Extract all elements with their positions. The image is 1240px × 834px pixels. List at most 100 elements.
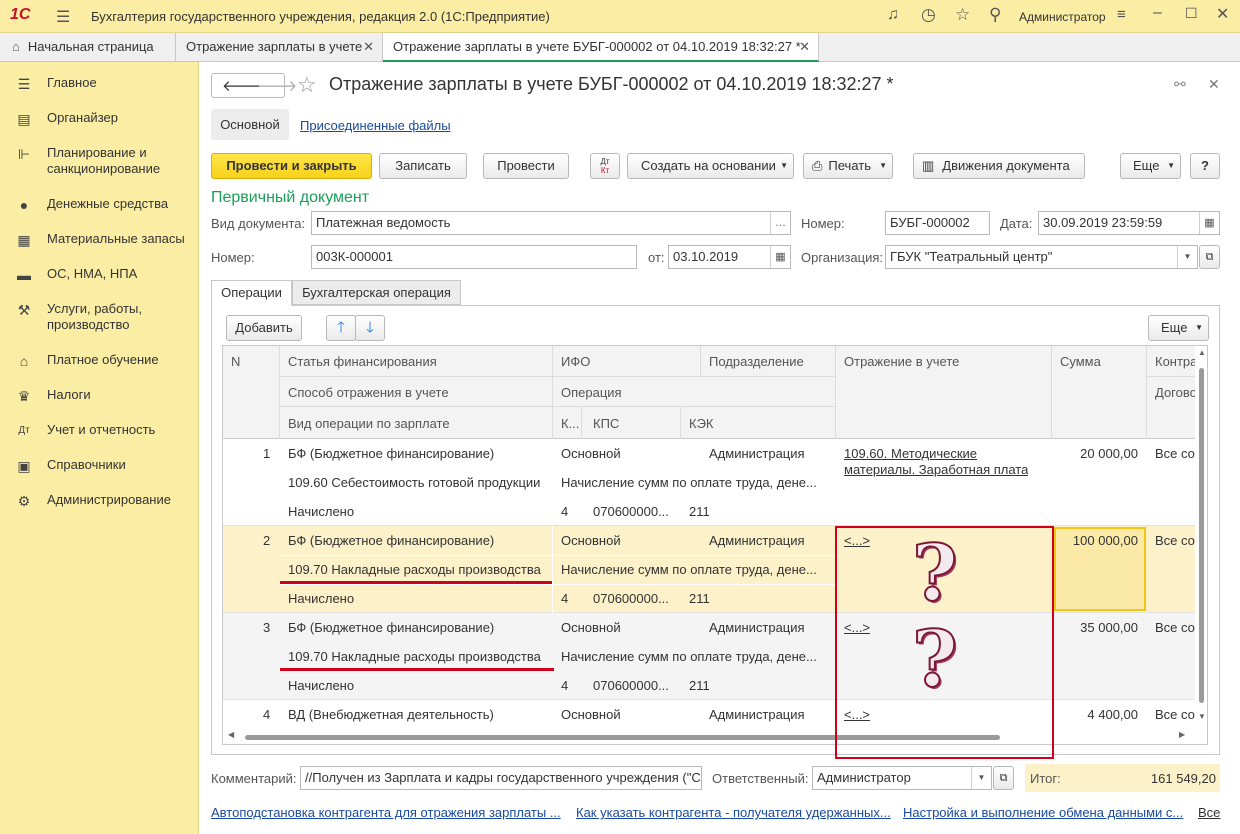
department-cell[interactable]: Администрация xyxy=(709,707,805,722)
move-up-button[interactable]: 🡑 xyxy=(326,315,356,341)
k-cell[interactable]: 4 xyxy=(561,504,568,519)
vertical-scrollbar-thumb[interactable] xyxy=(1199,368,1204,703)
department-cell[interactable]: Администрация xyxy=(709,620,805,635)
header-kps[interactable]: КПС xyxy=(593,416,619,431)
ifo-cell[interactable]: Основной xyxy=(561,620,621,635)
history-icon[interactable]: ◷ xyxy=(921,5,936,25)
kps-cell[interactable]: 070600000... xyxy=(593,504,669,519)
subtab-files[interactable]: Присоединенные файлы xyxy=(300,118,451,133)
close-tab-icon[interactable]: ✕ xyxy=(363,33,374,61)
financing-cell[interactable]: БФ (Бюджетное финансирование) xyxy=(288,620,494,635)
calendar-icon[interactable]: ▦ xyxy=(1199,212,1219,234)
vertical-scrollbar[interactable]: ▲ ▼ xyxy=(1195,346,1207,730)
tab-salary-document[interactable]: Отражение зарплаты в учете БУБГ-000002 о… xyxy=(383,33,819,62)
method-cell[interactable]: 109.60 Себестоимость готовой продукции xyxy=(288,475,540,490)
document-number-field[interactable]: БУБГ-000002 xyxy=(885,211,990,235)
organization-field[interactable]: ГБУК "Театральный центр" ▼ xyxy=(885,245,1198,269)
number-field[interactable]: 003К-000001 xyxy=(311,245,637,269)
tab-home[interactable]: ⌂ Начальная страница xyxy=(0,33,176,62)
user-name[interactable]: Администратор xyxy=(1019,10,1106,24)
scroll-down-icon[interactable]: ▼ xyxy=(1198,712,1206,721)
table-more-button[interactable]: Еще ▼ xyxy=(1148,315,1209,341)
operation-cell[interactable]: Начисление сумм по оплате труда, дене... xyxy=(561,562,831,577)
ifo-cell[interactable]: Основной xyxy=(561,707,621,722)
move-down-button[interactable]: 🡓 xyxy=(355,315,385,341)
dropdown-arrow-icon[interactable]: ▼ xyxy=(1177,246,1197,268)
header-department[interactable]: Подразделение xyxy=(709,354,804,369)
k-cell[interactable]: 4 xyxy=(561,678,568,693)
responsible-field[interactable]: Администратор ▼ xyxy=(812,766,992,790)
minimize-icon[interactable]: – xyxy=(1153,4,1162,22)
financing-cell[interactable]: БФ (Бюджетное финансирование) xyxy=(288,533,494,548)
notifications-icon[interactable]: ♫ xyxy=(887,6,899,24)
sum-cell[interactable]: 100 000,00 xyxy=(1054,533,1138,548)
link-icon[interactable]: ⚯ xyxy=(1174,76,1186,93)
dropdown-arrow-icon[interactable]: ▼ xyxy=(971,767,991,789)
financing-cell[interactable]: ВД (Внебюджетная деятельность) xyxy=(288,707,494,722)
post-and-close-button[interactable]: Провести и закрыть xyxy=(211,153,372,179)
document-movements-button[interactable]: ▥ Движения документа xyxy=(913,153,1085,179)
header-n[interactable]: N xyxy=(231,354,240,369)
kps-cell[interactable]: 070600000... xyxy=(593,678,669,693)
header-operation[interactable]: Операция xyxy=(561,385,622,400)
close-window-icon[interactable]: ✕ xyxy=(1216,4,1229,24)
pay-type-cell[interactable]: Начислено xyxy=(288,678,354,693)
reflection-link-cont[interactable]: материалы. Заработная плата xyxy=(844,462,1028,477)
reflection-link[interactable]: 109.60. Методические xyxy=(844,446,977,461)
method-cell[interactable]: 109.70 Накладные расходы производства xyxy=(288,562,541,577)
forward-arrow-icon[interactable]: 🡒 xyxy=(257,76,297,95)
pay-type-cell[interactable]: Начислено xyxy=(288,504,354,519)
create-based-on-button[interactable]: Создать на основании ▼ xyxy=(627,153,794,179)
from-date-field[interactable]: 03.10.2019 ▦ xyxy=(668,245,791,269)
kps-cell[interactable]: 070600000... xyxy=(593,591,669,606)
header-ifo[interactable]: ИФО xyxy=(561,354,590,369)
settings-menu-icon[interactable]: ≡ xyxy=(1117,6,1126,23)
scroll-up-icon[interactable]: ▲ xyxy=(1198,348,1206,357)
help-button[interactable]: ? xyxy=(1190,153,1220,179)
select-ellipsis-icon[interactable]: … xyxy=(770,212,790,234)
department-cell[interactable]: Администрация xyxy=(709,533,805,548)
financing-cell[interactable]: БФ (Бюджетное финансирование) xyxy=(288,446,494,461)
header-k[interactable]: К... xyxy=(561,416,579,431)
tab-accounting-operation[interactable]: Бухгалтерская операция xyxy=(292,280,461,305)
close-tab-icon[interactable]: ✕ xyxy=(799,33,810,61)
scroll-left-icon[interactable]: ◀ xyxy=(228,730,234,739)
header-sum[interactable]: Сумма xyxy=(1060,354,1101,369)
main-menu-icon[interactable]: ☰ xyxy=(56,7,70,27)
help-link-autosubstitution[interactable]: Автоподстановка контрагента для отражени… xyxy=(211,805,561,820)
sum-cell[interactable]: 35 000,00 xyxy=(1054,620,1138,635)
header-kek[interactable]: КЭК xyxy=(689,416,714,431)
save-button[interactable]: Записать xyxy=(379,153,467,179)
ifo-cell[interactable]: Основной xyxy=(561,533,621,548)
add-row-button[interactable]: Добавить xyxy=(226,315,302,341)
k-cell[interactable]: 4 xyxy=(561,591,568,606)
scroll-right-icon[interactable]: ▶ xyxy=(1179,730,1185,739)
open-responsible-button[interactable]: ⧉ xyxy=(993,766,1014,790)
tab-salary-list[interactable]: Отражение зарплаты в учете ✕ xyxy=(176,33,383,62)
help-link-exchange[interactable]: Настройка и выполнение обмена данными с.… xyxy=(903,805,1183,820)
header-pay-type[interactable]: Вид операции по зарплате xyxy=(288,416,450,431)
post-button[interactable]: Провести xyxy=(483,153,569,179)
all-links[interactable]: Все xyxy=(1198,805,1220,820)
help-link-counterparty[interactable]: Как указать контрагента - получателя уде… xyxy=(576,805,891,820)
subtab-main[interactable]: Основной xyxy=(211,109,289,140)
operation-cell[interactable]: Начисление сумм по оплате труда, дене... xyxy=(561,649,831,664)
doc-type-field[interactable]: Платежная ведомость… xyxy=(311,211,791,235)
header-reflection[interactable]: Отражение в учете xyxy=(844,354,959,369)
favorites-icon[interactable]: ☆ xyxy=(955,5,970,25)
more-button[interactable]: Еще ▼ xyxy=(1120,153,1181,179)
search-icon[interactable]: ⚲ xyxy=(989,5,1001,25)
ifo-cell[interactable]: Основной xyxy=(561,446,621,461)
sum-cell[interactable]: 20 000,00 xyxy=(1054,446,1138,461)
kek-cell[interactable]: 211 xyxy=(689,678,710,693)
calendar-icon[interactable]: ▦ xyxy=(770,246,790,268)
print-button[interactable]: ⎙ Печать ▼ xyxy=(803,153,893,179)
kek-cell[interactable]: 211 xyxy=(689,504,710,519)
date-field[interactable]: 30.09.2019 23:59:59 ▦ xyxy=(1038,211,1220,235)
dtkt-button[interactable]: Дт Кт xyxy=(590,153,620,179)
comment-field[interactable]: //Получен из Зарплата и кадры государств… xyxy=(300,766,702,790)
header-method[interactable]: Способ отражения в учете xyxy=(288,385,449,400)
tab-operations[interactable]: Операции xyxy=(211,280,292,306)
maximize-icon[interactable]: ☐ xyxy=(1185,5,1198,22)
open-organization-button[interactable]: ⧉ xyxy=(1199,245,1220,269)
